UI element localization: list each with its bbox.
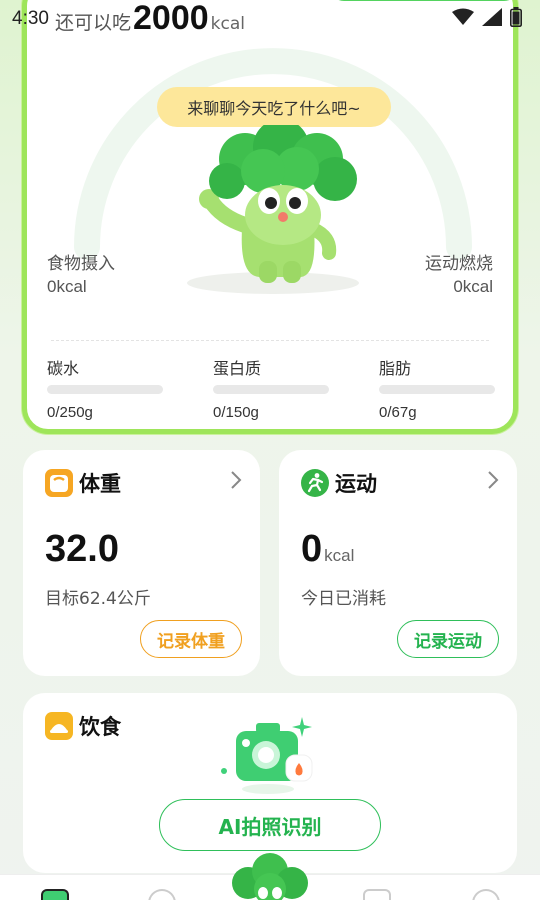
status-icons — [452, 7, 522, 27]
macro-label: 脂肪 — [379, 359, 412, 378]
burn-label: 运动燃烧 — [425, 254, 493, 274]
macro-protein: 蛋白质 0/150g — [213, 355, 329, 421]
camera-icon[interactable] — [216, 713, 326, 803]
weight-card[interactable]: 体重 32.0 目标62.4公斤 记录体重 — [23, 450, 260, 676]
broccoli-mascot-icon[interactable] — [185, 125, 365, 305]
nav-profile-icon[interactable] — [472, 889, 500, 900]
exercise-value-unit: kcal — [324, 546, 355, 565]
exercise-title-text: 运动 — [335, 472, 377, 496]
chat-prompt-text: 来聊聊今天吃了什么吧~ — [187, 99, 361, 118]
exercise-value-number: 0 — [301, 528, 323, 570]
battery-icon — [510, 7, 522, 27]
burn-value: 0kcal — [453, 277, 493, 296]
intake-value: 0kcal — [47, 277, 87, 296]
macro-label: 碳水 — [47, 359, 80, 378]
macro-label: 蛋白质 — [213, 359, 262, 378]
bottom-nav — [0, 853, 540, 900]
nav-record-icon[interactable] — [148, 889, 176, 900]
nav-mascot-icon[interactable] — [222, 853, 318, 900]
signal-icon — [482, 8, 502, 26]
status-bar: 4:30 — [0, 0, 540, 36]
record-weight-button[interactable]: 记录体重 — [140, 620, 242, 658]
weight-value: 32.0 — [45, 528, 119, 570]
exercise-card[interactable]: 运动 0 kcal 今日已消耗 记录运动 — [279, 450, 517, 676]
record-exercise-button[interactable]: 记录运动 — [397, 620, 499, 658]
diet-title-text: 饮食 — [79, 715, 121, 739]
calorie-summary-card: 还可以吃 2000 kcal 来聊聊今天吃了什么吧~ 食物摄入 0kcal 运动… — [22, 0, 519, 434]
exercise-subtitle: 今日已消耗 — [301, 589, 386, 609]
macro-value: 0/67g — [379, 404, 417, 421]
nav-report-icon[interactable] — [363, 889, 391, 900]
weight-goal: 目标62.4公斤 — [45, 589, 151, 609]
chat-prompt-bubble[interactable]: 来聊聊今天吃了什么吧~ — [157, 87, 391, 135]
status-time: 4:30 — [12, 8, 49, 29]
weight-title-text: 体重 — [79, 472, 121, 496]
ai-photo-recognition-button[interactable]: AI拍照识别 — [159, 799, 381, 851]
macro-value: 0/150g — [213, 404, 259, 421]
chevron-right-icon[interactable] — [487, 470, 499, 490]
scale-icon — [45, 469, 73, 497]
chevron-right-icon[interactable] — [230, 470, 242, 490]
macro-progress-bar — [379, 385, 495, 394]
nav-home-icon[interactable] — [41, 889, 69, 900]
weight-card-title: 体重 — [45, 468, 121, 498]
diet-card-title: 饮食 — [45, 711, 121, 741]
meal-icon — [45, 712, 73, 740]
wifi-icon — [452, 8, 474, 25]
exercise-value: 0 kcal — [301, 528, 354, 571]
macro-carbs: 碳水 0/250g — [47, 355, 163, 421]
diet-card[interactable]: 饮食 AI拍照识别 — [23, 693, 517, 873]
macro-value: 0/250g — [47, 404, 93, 421]
macro-fat: 脂肪 0/67g — [379, 355, 495, 421]
macro-progress-bar — [47, 385, 163, 394]
intake-label: 食物摄入 — [47, 254, 115, 274]
macro-progress-bar — [213, 385, 329, 394]
exercise-card-title: 运动 — [301, 468, 377, 498]
running-icon — [301, 469, 329, 497]
divider — [51, 340, 489, 341]
